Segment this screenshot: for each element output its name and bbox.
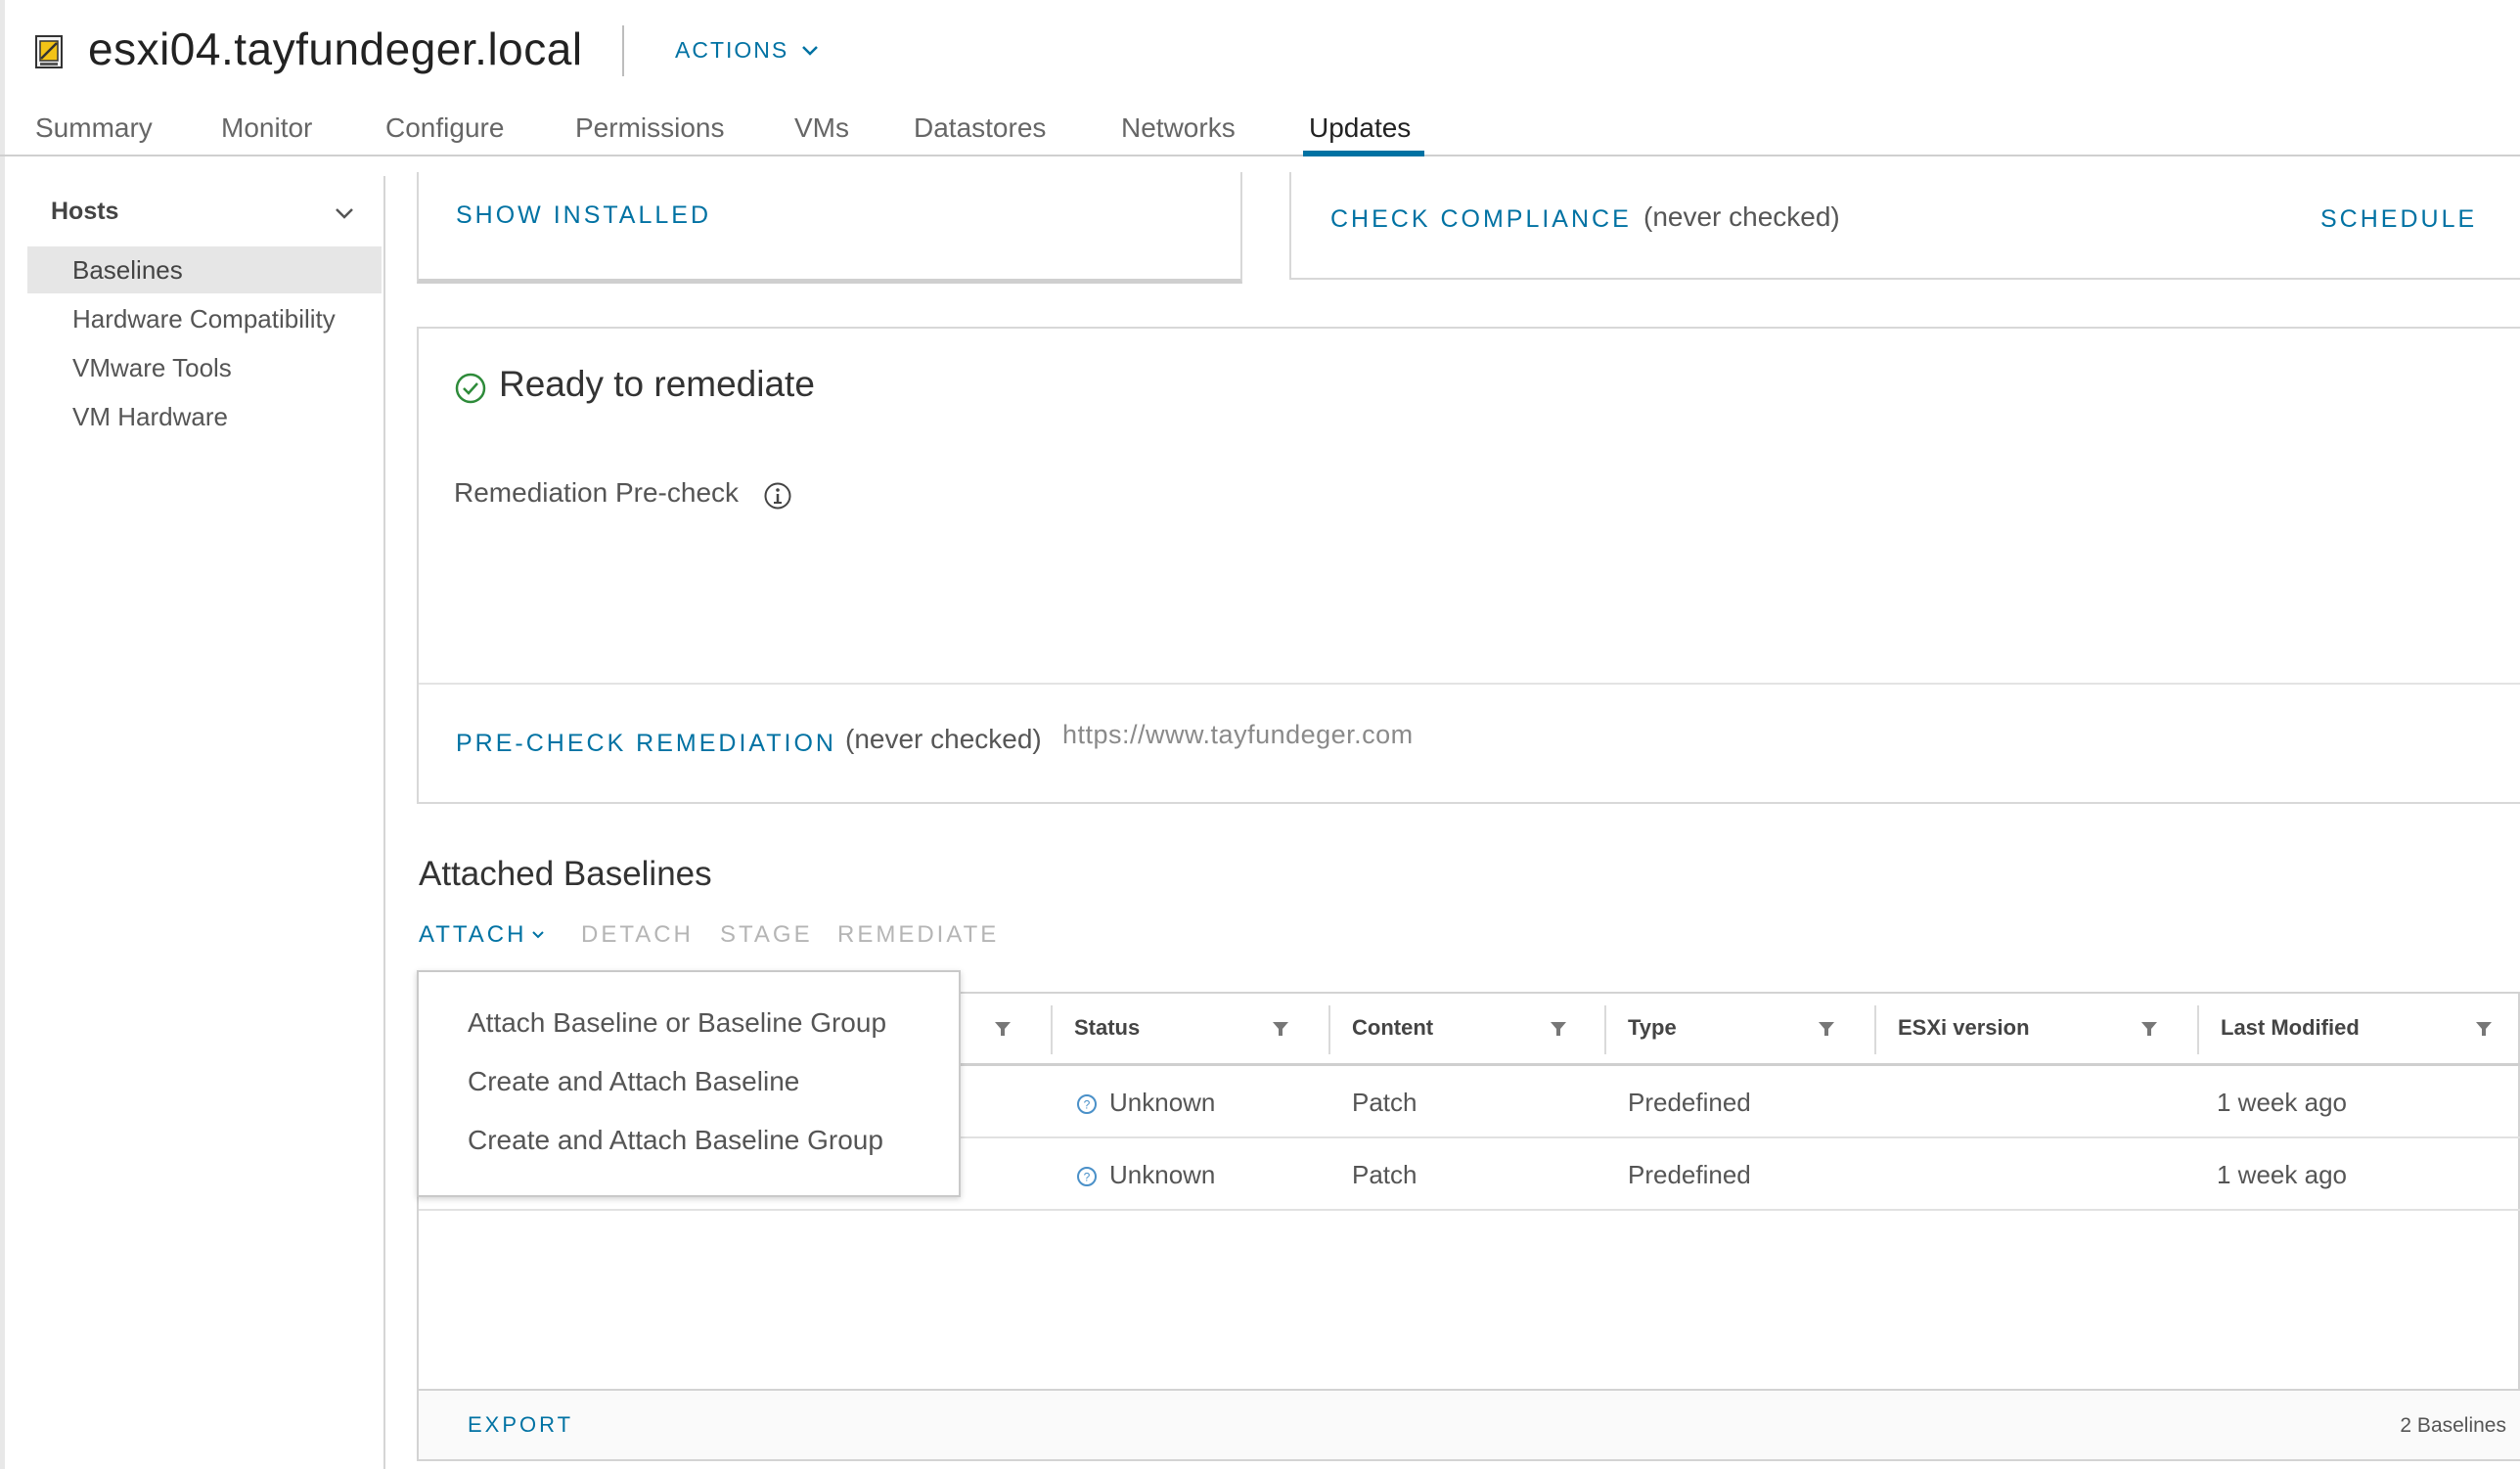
sidebar-item-vmware-tools[interactable]: VMware Tools	[27, 344, 382, 391]
tab-updates[interactable]: Updates	[1309, 111, 1411, 145]
sidebar-divider	[383, 176, 385, 1469]
filter-icon[interactable]	[994, 1021, 1012, 1037]
chevron-down-icon	[532, 931, 545, 939]
pre-check-remediation-button[interactable]: PRE-CHECK REMEDIATION	[456, 730, 836, 758]
detach-button[interactable]: DETACH	[581, 921, 694, 949]
active-tab-indicator	[1303, 151, 1424, 156]
window-left-edge	[0, 0, 5, 1469]
filter-icon[interactable]	[2475, 1021, 2493, 1037]
tab-networks[interactable]: Networks	[1121, 111, 1236, 145]
svg-text:?: ?	[1084, 1098, 1091, 1112]
tab-monitor[interactable]: Monitor	[221, 111, 312, 145]
precheck-status: (never checked)	[845, 724, 1042, 754]
menu-item-attach-baseline-or-group[interactable]: Attach Baseline or Baseline Group	[468, 1007, 886, 1039]
remediate-button[interactable]: REMEDIATE	[837, 921, 999, 949]
tab-datastores[interactable]: Datastores	[914, 111, 1046, 145]
menu-item-create-and-attach-baseline[interactable]: Create and Attach Baseline	[468, 1066, 799, 1097]
tab-bar: Summary Monitor Configure Permissions VM…	[0, 94, 2520, 156]
check-circle-icon	[455, 373, 486, 404]
compliance-card: CHECK COMPLIANCE (never checked) SCHEDUL…	[1289, 172, 2520, 280]
export-button[interactable]: EXPORT	[468, 1412, 573, 1438]
row-last-modified: 1 week ago	[2217, 1088, 2347, 1117]
row-type: Predefined	[1628, 1088, 1751, 1117]
column-separator	[1051, 1005, 1053, 1054]
row-type: Predefined	[1628, 1160, 1751, 1189]
row-last-modified: 1 week ago	[2217, 1160, 2347, 1189]
column-separator	[1874, 1005, 1876, 1054]
host-icon	[35, 35, 63, 68]
baseline-count: 2 Baselines	[2400, 1414, 2506, 1437]
show-installed-button[interactable]: SHOW INSTALLED	[456, 201, 711, 230]
filter-icon[interactable]	[1550, 1021, 1567, 1037]
svg-text:?: ?	[1084, 1171, 1091, 1184]
column-separator	[2197, 1005, 2199, 1054]
tab-summary[interactable]: Summary	[35, 111, 153, 145]
tab-vms[interactable]: VMs	[794, 111, 849, 145]
tab-configure[interactable]: Configure	[385, 111, 504, 145]
schedule-button[interactable]: SCHEDULE	[2320, 205, 2477, 234]
filter-icon[interactable]	[1272, 1021, 1289, 1037]
column-separator	[1604, 1005, 1606, 1054]
menu-item-create-and-attach-baseline-group[interactable]: Create and Attach Baseline Group	[468, 1125, 883, 1156]
row-content: Patch	[1352, 1160, 1418, 1189]
sidebar-heading: Hosts	[51, 198, 119, 225]
section-title: Attached Baselines	[419, 855, 712, 893]
column-header-type[interactable]: Type	[1628, 1015, 1677, 1041]
installed-card: SHOW INSTALLED	[417, 172, 1242, 284]
column-header-last-modified[interactable]: Last Modified	[2221, 1015, 2360, 1041]
stage-button[interactable]: STAGE	[720, 921, 813, 949]
column-separator	[1328, 1005, 1330, 1054]
watermark-url: https://www.tayfundeger.com	[1062, 720, 1414, 749]
filter-icon[interactable]	[2140, 1021, 2158, 1037]
card-divider	[419, 683, 2520, 685]
chevron-down-icon	[802, 45, 819, 56]
sidebar-item-vm-hardware[interactable]: VM Hardware	[27, 393, 382, 440]
tab-permissions[interactable]: Permissions	[575, 111, 724, 145]
actions-menu-button[interactable]: ACTIONS	[675, 37, 822, 64]
column-header-content[interactable]: Content	[1352, 1015, 1433, 1041]
chevron-down-icon[interactable]	[331, 200, 358, 227]
check-compliance-button[interactable]: CHECK COMPLIANCE	[1330, 205, 1632, 234]
attach-label: ATTACH	[419, 921, 527, 948]
title-divider	[622, 25, 624, 76]
column-header-status[interactable]: Status	[1074, 1015, 1140, 1041]
compliance-status: (never checked)	[1643, 201, 1840, 232]
attach-button[interactable]: ATTACH	[419, 921, 546, 949]
remediation-status: Ready to remediate	[499, 364, 815, 404]
unknown-status-icon: ?	[1077, 1167, 1097, 1186]
actions-label: ACTIONS	[675, 37, 789, 63]
sidebar-item-hardware-compatibility[interactable]: Hardware Compatibility	[27, 295, 382, 342]
filter-icon[interactable]	[1818, 1021, 1835, 1037]
column-header-esxi-version[interactable]: ESXi version	[1898, 1015, 2030, 1041]
row-status: Unknown	[1109, 1160, 1216, 1189]
page-title: esxi04.tayfundeger.local	[88, 23, 583, 74]
unknown-status-icon: ?	[1077, 1094, 1097, 1114]
sidebar-item-baselines[interactable]: Baselines	[27, 246, 382, 293]
attach-dropdown-menu: Attach Baseline or Baseline Group Create…	[417, 970, 961, 1197]
table-footer: EXPORT 2 Baselines	[419, 1389, 2520, 1459]
row-content: Patch	[1352, 1088, 1418, 1117]
precheck-label: Remediation Pre-check	[454, 477, 740, 508]
sidebar: Hosts Baselines Hardware Compatibility V…	[27, 176, 382, 1469]
info-icon[interactable]	[763, 481, 792, 511]
row-status: Unknown	[1109, 1088, 1216, 1117]
